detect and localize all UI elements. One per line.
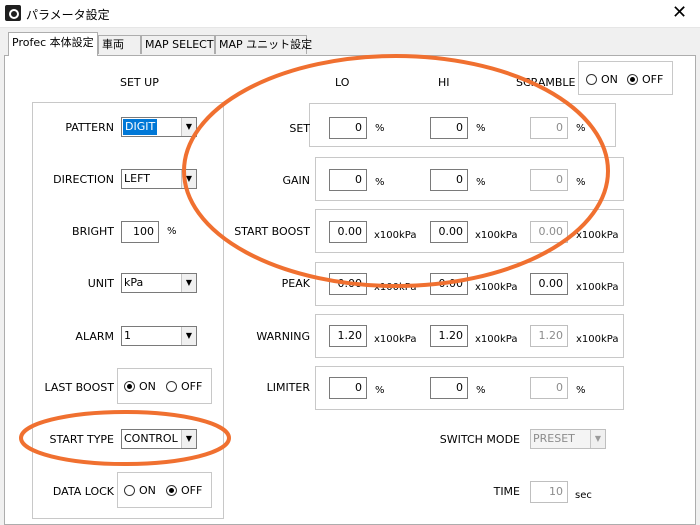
bright-label: BRIGHT	[72, 225, 114, 238]
start-boost-lo-input[interactable]: 0.00	[329, 221, 367, 243]
scramble-column-header: SCRAMBLE	[516, 76, 576, 89]
switch-mode-value: PRESET	[533, 432, 575, 445]
unit-select[interactable]: kPa ▼	[121, 273, 197, 293]
start-boost-lo-unit: x100kPa	[374, 230, 417, 241]
last-boost-on-radio[interactable]	[124, 381, 135, 392]
data-lock-on-radio[interactable]	[124, 485, 135, 496]
scramble-off-radio[interactable]	[627, 74, 638, 85]
warning-lo-input[interactable]: 1.20	[329, 325, 367, 347]
time-label: TIME	[493, 485, 520, 498]
warning-scramble-input: 1.20	[530, 325, 568, 347]
chevron-down-icon: ▼	[590, 430, 605, 448]
limiter-scramble-input: 0	[530, 377, 568, 399]
alarm-value: 1	[124, 329, 131, 342]
set-label: SET	[289, 122, 310, 135]
limiter-lo-unit: %	[375, 385, 385, 396]
setup-heading: SET UP	[120, 76, 159, 89]
set-scramble-unit: %	[576, 123, 586, 134]
unit-label: UNIT	[87, 277, 114, 290]
warning-hi-input[interactable]: 1.20	[430, 325, 468, 347]
limiter-hi-input[interactable]: 0	[430, 377, 468, 399]
last-boost-off-label: OFF	[181, 380, 203, 393]
gain-label: GAIN	[282, 174, 310, 187]
gain-scramble-unit: %	[576, 177, 586, 188]
scramble-on-radio[interactable]	[586, 74, 597, 85]
set-hi-input[interactable]: 0	[430, 117, 468, 139]
bright-input[interactable]: 100	[121, 221, 159, 243]
chevron-down-icon: ▼	[181, 274, 196, 292]
direction-value: LEFT	[124, 172, 150, 185]
gain-hi-input[interactable]: 0	[430, 169, 468, 191]
switch-mode-label: SWITCH MODE	[439, 433, 520, 446]
start-type-value: CONTROL	[124, 432, 178, 445]
tab-map-select[interactable]: MAP SELECT	[141, 35, 215, 54]
set-lo-unit: %	[375, 123, 385, 134]
set-scramble-input: 0	[530, 117, 568, 139]
chevron-down-icon: ▼	[181, 327, 196, 345]
chevron-down-icon: ▼	[181, 118, 196, 136]
pattern-label: PATTERN	[65, 121, 114, 134]
limiter-lo-input[interactable]: 0	[329, 377, 367, 399]
set-lo-input[interactable]: 0	[329, 117, 367, 139]
alarm-label: ALARM	[75, 330, 114, 343]
peak-hi-input[interactable]: 0.00	[430, 273, 468, 295]
start-type-label: START TYPE	[49, 433, 114, 446]
last-boost-label: LAST BOOST	[44, 381, 114, 394]
tab-vehicle[interactable]: 車両	[98, 35, 141, 54]
setup-group	[32, 102, 224, 519]
peak-lo-unit: x100kPa	[374, 282, 417, 293]
warning-lo-unit: x100kPa	[374, 334, 417, 345]
start-boost-hi-input[interactable]: 0.00	[430, 221, 468, 243]
alarm-select[interactable]: 1 ▼	[121, 326, 197, 346]
gain-scramble-input: 0	[530, 169, 568, 191]
close-icon[interactable]: ✕	[672, 3, 687, 23]
peak-label: PEAK	[281, 277, 310, 290]
lo-column-header: LO	[335, 76, 350, 89]
gain-lo-unit: %	[375, 177, 385, 188]
scramble-off-label: OFF	[642, 73, 664, 86]
last-boost-on-label: ON	[139, 380, 156, 393]
set-hi-unit: %	[476, 123, 486, 134]
warning-hi-unit: x100kPa	[475, 334, 518, 345]
switch-mode-select: PRESET ▼	[530, 429, 606, 449]
gain-lo-input[interactable]: 0	[329, 169, 367, 191]
warning-label: WARNING	[256, 330, 310, 343]
pattern-select[interactable]: DIGIT ▼	[121, 117, 197, 137]
data-lock-on-label: ON	[139, 484, 156, 497]
warning-scramble-unit: x100kPa	[576, 334, 619, 345]
last-boost-off-radio[interactable]	[166, 381, 177, 392]
limiter-hi-unit: %	[476, 385, 486, 396]
bright-unit: %	[167, 226, 177, 237]
peak-lo-input[interactable]: 0.00	[329, 273, 367, 295]
peak-hi-unit: x100kPa	[475, 282, 518, 293]
scramble-on-label: ON	[601, 73, 618, 86]
start-type-select[interactable]: CONTROL ▼	[121, 429, 197, 449]
limiter-label: LIMITER	[266, 381, 310, 394]
tab-profec-settings[interactable]: Profec 本体設定	[8, 32, 98, 56]
start-boost-scramble-input: 0.00	[530, 221, 568, 243]
peak-scramble-unit: x100kPa	[576, 282, 619, 293]
peak-scramble-input[interactable]: 0.00	[530, 273, 568, 295]
app-icon	[5, 5, 21, 21]
start-boost-scramble-unit: x100kPa	[576, 230, 619, 241]
start-boost-label: START BOOST	[234, 225, 310, 238]
data-lock-off-radio[interactable]	[166, 485, 177, 496]
direction-label: DIRECTION	[53, 173, 114, 186]
start-boost-hi-unit: x100kPa	[475, 230, 518, 241]
time-input: 10	[530, 481, 568, 503]
data-lock-label: DATA LOCK	[52, 485, 114, 498]
window-title: パラメータ設定	[26, 8, 110, 22]
gain-hi-unit: %	[476, 177, 486, 188]
tab-map-unit-settings[interactable]: MAP ユニット設定	[215, 35, 312, 54]
data-lock-off-label: OFF	[181, 484, 203, 497]
direction-select[interactable]: LEFT ▼	[121, 169, 197, 189]
pattern-value: DIGIT	[123, 119, 158, 135]
hi-column-header: HI	[438, 76, 450, 89]
limiter-scramble-unit: %	[576, 385, 586, 396]
chevron-down-icon: ▼	[181, 430, 196, 448]
time-unit: sec	[575, 490, 592, 501]
chevron-down-icon: ▼	[181, 170, 196, 188]
unit-value: kPa	[124, 276, 144, 289]
